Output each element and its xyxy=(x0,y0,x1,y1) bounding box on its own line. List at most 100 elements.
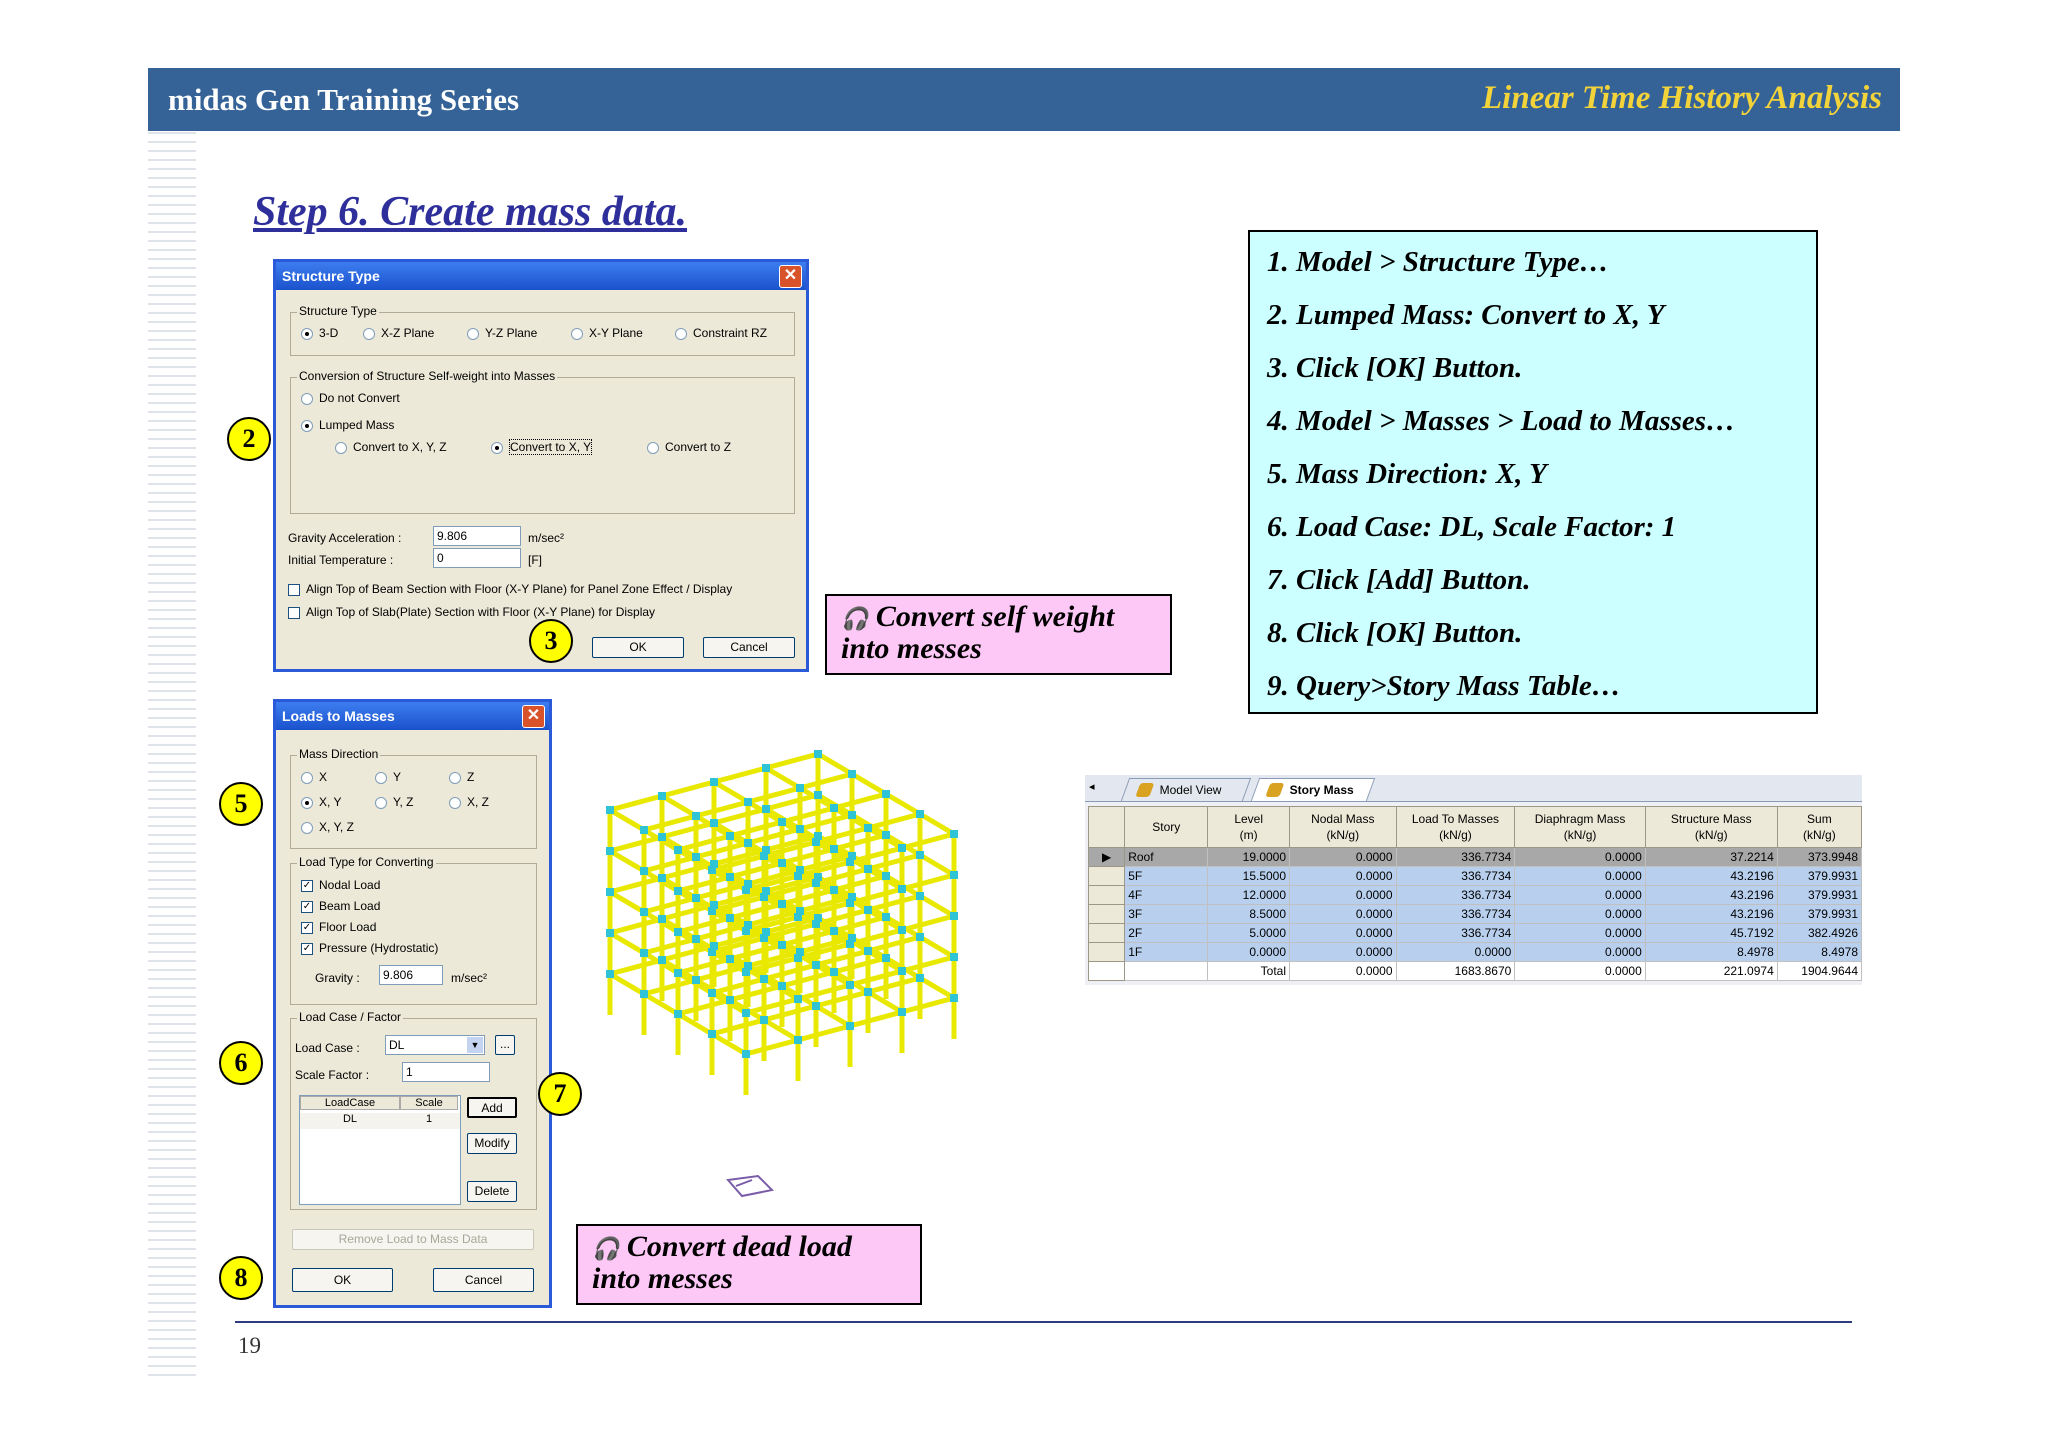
row-header[interactable] xyxy=(1087,923,1126,943)
node-joint xyxy=(708,1030,716,1038)
column-header[interactable]: Structure Mass (kN/g) xyxy=(1644,806,1778,848)
radio-z[interactable]: Z xyxy=(449,770,474,784)
beam-load-checkbox[interactable]: ✓ Beam Load xyxy=(301,899,380,913)
list-item[interactable]: DL 1 xyxy=(300,1113,460,1129)
node-joint xyxy=(950,953,958,961)
radio-convert-xy[interactable]: Convert to X, Y xyxy=(491,439,593,455)
load-case-select[interactable]: DL ▼ xyxy=(385,1035,485,1055)
close-icon[interactable]: ✕ xyxy=(522,705,545,728)
callout-5: 5 xyxy=(219,782,263,826)
row-header[interactable] xyxy=(1087,885,1126,905)
radio-convert-z[interactable]: Convert to Z xyxy=(647,440,731,454)
row-pointer-icon[interactable]: ▶ xyxy=(1087,847,1126,867)
table-row[interactable]: ▶ Roof 19.0000 0.0000 336.7734 0.0000 37.2214 3… xyxy=(1087,847,1863,867)
tab-model-view[interactable]: Model View xyxy=(1120,778,1252,801)
frame-member xyxy=(608,971,646,997)
add-button[interactable]: Add xyxy=(467,1097,517,1118)
modify-button[interactable]: Modify xyxy=(467,1133,517,1154)
table-cell: Roof xyxy=(1124,847,1209,867)
ok-button[interactable]: OK xyxy=(592,637,684,658)
table-cell: 12.0000 xyxy=(1207,885,1291,905)
radio-xy-plane[interactable]: X-Y Plane xyxy=(571,326,643,340)
radio-yz[interactable]: Y, Z xyxy=(375,795,413,809)
node-joint xyxy=(846,940,854,948)
gravity-input[interactable]: 9.806 xyxy=(433,526,521,546)
scale-factor-input[interactable]: 1 xyxy=(402,1062,490,1082)
pressure-checkbox[interactable]: ✓ Pressure (Hydrostatic) xyxy=(301,941,438,955)
radio-xz-plane[interactable]: X-Z Plane xyxy=(363,326,434,340)
column-header[interactable]: Sum (kN/g) xyxy=(1776,806,1863,848)
node-joint xyxy=(760,852,768,860)
checkbox-icon xyxy=(288,606,300,619)
dialog-title: Loads to Masses xyxy=(282,708,395,724)
radio-x[interactable]: X xyxy=(301,770,327,784)
table-cell: 0.0000 xyxy=(1514,885,1646,905)
row-header[interactable] xyxy=(1087,942,1126,962)
table-cell: 0.0000 xyxy=(1514,942,1646,962)
row-header[interactable] xyxy=(1087,866,1126,886)
gravity-label: Gravity Acceleration : xyxy=(288,531,402,545)
floor-load-checkbox[interactable]: ✓ Floor Load xyxy=(301,920,376,934)
frame-member xyxy=(901,831,955,851)
cancel-button[interactable]: Cancel xyxy=(703,637,795,658)
column-header[interactable]: Load To Masses (kN/g) xyxy=(1395,806,1516,848)
table-row[interactable]: 2F 5.0000 0.0000 336.7734 0.0000 45.7192 382.4… xyxy=(1087,923,1863,943)
story-mass-icon xyxy=(1265,783,1285,797)
radio-xz[interactable]: X, Z xyxy=(449,795,489,809)
column-header[interactable]: Level (m) xyxy=(1207,806,1291,848)
nodal-load-checkbox[interactable]: ✓ Nodal Load xyxy=(301,878,380,892)
browse-button[interactable]: ... xyxy=(495,1035,515,1055)
radio-xyz[interactable]: X, Y, Z xyxy=(301,820,354,834)
remove-load-to-mass-button[interactable]: Remove Load to Mass Data xyxy=(292,1229,534,1250)
frame-member xyxy=(884,791,922,817)
column-header[interactable]: Nodal Mass (kN/g) xyxy=(1289,806,1397,848)
frame-member xyxy=(918,852,956,878)
node-joint xyxy=(692,894,700,902)
row-header[interactable] xyxy=(1087,904,1126,924)
cancel-button[interactable]: Cancel xyxy=(433,1268,534,1292)
radio-convert-xyz[interactable]: Convert to X, Y, Z xyxy=(335,440,447,454)
story-mass-table: Story Level (m) Nodal Mass (kN/g) Load To M… xyxy=(1087,806,1863,981)
instruction-item: 2. Lumped Mass: Convert to X, Y xyxy=(1267,299,1665,331)
align-beam-checkbox[interactable]: Align Top of Beam Section with Floor (X-… xyxy=(288,582,732,596)
load-case-value: DL xyxy=(389,1038,405,1052)
delete-button[interactable]: Delete xyxy=(467,1181,517,1202)
radio-icon xyxy=(301,392,313,405)
radio-icon xyxy=(301,327,313,340)
radio-lumped-mass[interactable]: Lumped Mass xyxy=(301,418,394,432)
temperature-input[interactable]: 0 xyxy=(433,548,521,568)
node-joint xyxy=(742,1009,750,1017)
table-cell: 373.9948 xyxy=(1776,847,1863,867)
frame-member xyxy=(609,875,663,895)
table-row[interactable]: 4F 12.0000 0.0000 336.7734 0.0000 43.2196 379.… xyxy=(1087,885,1863,905)
ok-button[interactable]: OK xyxy=(292,1268,393,1292)
column-header[interactable]: Story xyxy=(1124,806,1209,848)
table-cell: 0.0000 xyxy=(1514,847,1646,867)
radio-y[interactable]: Y xyxy=(375,770,401,784)
table-row[interactable]: 5F 15.5000 0.0000 336.7734 0.0000 43.2196 379.… xyxy=(1087,866,1863,886)
table-row[interactable]: 1F 0.0000 0.0000 0.0000 0.0000 8.4978 8.4978 xyxy=(1087,942,1863,962)
align-slab-checkbox[interactable]: Align Top of Slab(Plate) Section with Fl… xyxy=(288,605,655,619)
group-label: Load Case / Factor xyxy=(297,1010,404,1024)
scale-factor-label: Scale Factor : xyxy=(295,1068,370,1082)
gravity-input[interactable]: 9.806 xyxy=(379,965,443,985)
node-joint xyxy=(916,851,924,859)
table-total-row: Total 0.0000 1683.8670 0.0000 221.0974 1904.9… xyxy=(1087,961,1863,981)
radio-3d[interactable]: 3-D xyxy=(301,326,338,340)
node-joint xyxy=(726,996,734,1004)
radio-do-not-convert[interactable]: Do not Convert xyxy=(301,391,400,405)
callout-3: 3 xyxy=(529,619,573,663)
instruction-item: 9. Query>Story Mass Table… xyxy=(1267,670,1621,702)
scroll-left-icon[interactable]: ◂ xyxy=(1089,780,1095,793)
dropdown-arrow-icon[interactable]: ▼ xyxy=(467,1037,483,1053)
tab-story-mass[interactable]: Story Mass xyxy=(1250,778,1376,801)
table-row[interactable]: 3F 8.5000 0.0000 336.7734 0.0000 43.2196 379.9… xyxy=(1087,904,1863,924)
radio-yz-plane[interactable]: Y-Z Plane xyxy=(467,326,537,340)
close-icon[interactable]: ✕ xyxy=(779,265,802,288)
column-header[interactable]: Diaphragm Mass (kN/g) xyxy=(1514,806,1646,848)
radio-label: Do not Convert xyxy=(319,391,400,405)
load-case-list[interactable]: LoadCase Scale DL 1 xyxy=(299,1095,461,1205)
radio-xy[interactable]: X, Y xyxy=(301,795,341,809)
radio-constraint-rz[interactable]: Constraint RZ xyxy=(675,326,767,340)
node-joint xyxy=(794,913,802,921)
